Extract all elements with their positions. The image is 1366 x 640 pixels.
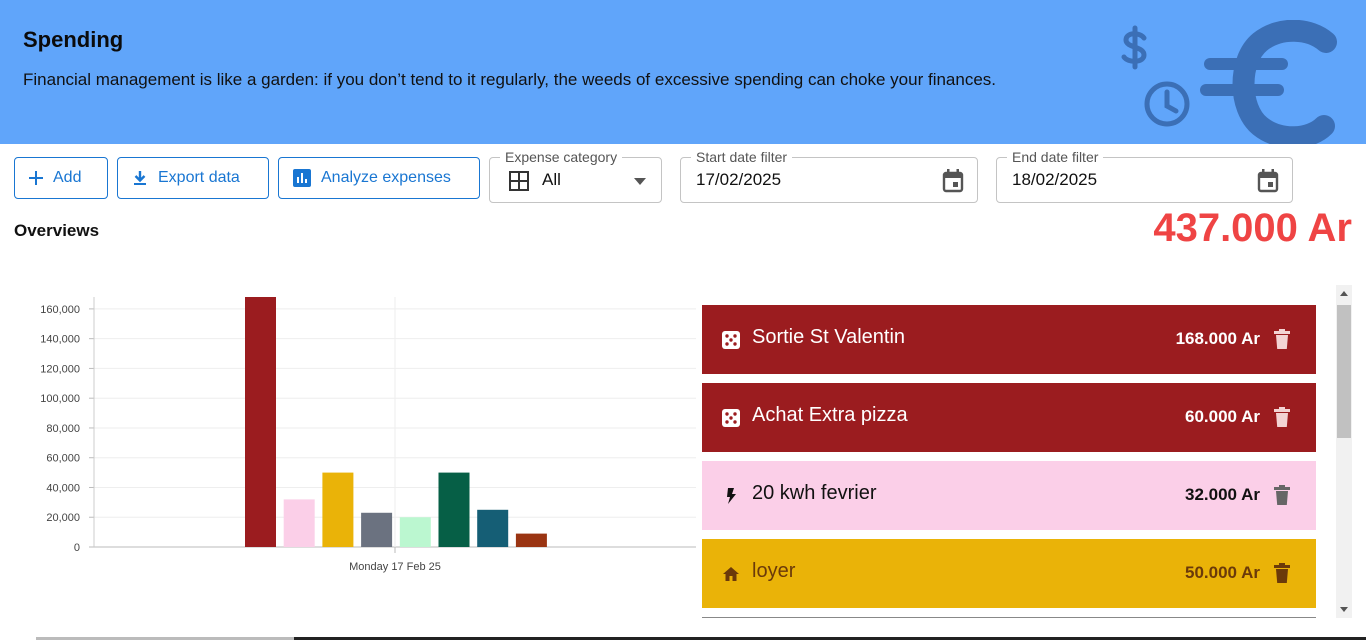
scroll-up-arrow[interactable] (1340, 291, 1348, 296)
expense-amount: 32.000 Ar (1185, 485, 1260, 504)
delete-icon[interactable] (1274, 329, 1290, 349)
chart-bar (399, 517, 431, 547)
y-tick-label: 140,000 (40, 334, 80, 346)
grid-icon (509, 171, 529, 191)
chart-bar (477, 509, 509, 547)
end-date-value: 18/02/2025 (1012, 170, 1098, 189)
export-data-button-label: Export data (158, 169, 240, 186)
plus-icon (29, 171, 43, 185)
end-date-field[interactable]: End date filter 18/02/2025 (996, 149, 1293, 203)
chart-bar (361, 512, 393, 547)
expense-title: Sortie St Valentin (752, 326, 906, 348)
expenses-bar-chart: 0 20,000 40,000 60,000 80,000 100,000 120,000 1… (40, 297, 696, 573)
expense-amount: 60.000 Ar (1185, 407, 1260, 426)
chart-bar (322, 472, 354, 547)
analyze-expenses-button-label: Analyze expenses (321, 169, 451, 186)
delete-icon[interactable] (1274, 563, 1290, 583)
total-amount: 437.000 Ar (1153, 206, 1352, 250)
expense-item[interactable]: Sortie St Valentin 168.000 Ar (702, 305, 1316, 374)
calendar-icon[interactable] (1257, 169, 1279, 193)
expense-category-value: All (542, 170, 561, 189)
expense-item[interactable]: Achat Extra pizza 60.000 Ar (702, 383, 1316, 452)
expense-item[interactable]: 20 kwh fevrier 32.000 Ar (702, 461, 1316, 530)
dice-icon (722, 409, 740, 427)
clock-icon (1144, 81, 1190, 127)
bar-chart-icon (293, 169, 311, 187)
expense-amount: 50.000 Ar (1185, 563, 1260, 582)
y-tick-label: 20,000 (46, 512, 80, 524)
home-icon (722, 565, 740, 583)
y-tick-label: 0 (74, 542, 80, 554)
expense-category-select[interactable]: Expense category All (489, 149, 662, 203)
x-tick-label: Monday 17 Feb 25 (349, 561, 441, 573)
chart-bar (438, 472, 470, 547)
calendar-icon[interactable] (942, 169, 964, 193)
download-icon (134, 171, 146, 185)
y-tick-label: 120,000 (40, 363, 80, 375)
chart-bar (515, 533, 547, 547)
expense-list-scrollbar[interactable] (1336, 285, 1352, 618)
y-tick-label: 100,000 (40, 393, 80, 405)
page-subtitle: Financial management is like a garden: i… (23, 70, 997, 89)
start-date-field[interactable]: Start date filter 17/02/2025 (680, 149, 978, 203)
analyze-expenses-button[interactable]: Analyze expenses (278, 157, 480, 199)
page-title: Spending (23, 27, 124, 52)
delete-icon[interactable] (1274, 485, 1290, 505)
y-tick-label: 80,000 (46, 423, 80, 435)
add-button[interactable]: Add (14, 157, 108, 199)
euro-icon (1200, 20, 1337, 144)
overviews-heading: Overviews (14, 221, 100, 240)
scroll-down-arrow[interactable] (1340, 607, 1348, 612)
expense-item[interactable]: loyer 50.000 Ar (702, 539, 1316, 608)
delete-icon[interactable] (1274, 407, 1290, 427)
chart-bar (245, 297, 276, 547)
end-date-label: End date filter (1007, 149, 1104, 165)
expense-title: Achat Extra pizza (752, 404, 908, 426)
list-divider (702, 617, 1316, 618)
chevron-down-icon (634, 178, 646, 185)
y-tick-label: 40,000 (46, 482, 80, 494)
dice-icon (722, 331, 740, 349)
dollar-icon (1121, 25, 1147, 70)
finance-illustration (1121, 20, 1337, 144)
chart-bar (283, 499, 315, 547)
start-date-label: Start date filter (691, 149, 793, 165)
export-data-button[interactable]: Export data (117, 157, 269, 199)
y-tick-label: 160,000 (40, 304, 80, 316)
start-date-value: 17/02/2025 (696, 170, 782, 189)
add-button-label: Add (53, 169, 82, 186)
page-header: Spending Financial management is like a … (0, 0, 1366, 144)
expense-title: 20 kwh fevrier (752, 482, 877, 504)
expense-category-label: Expense category (500, 149, 623, 165)
scroll-thumb[interactable] (1337, 305, 1351, 438)
bolt-icon (722, 487, 740, 505)
expense-amount: 168.000 Ar (1175, 329, 1260, 348)
expense-title: loyer (752, 560, 796, 582)
expense-list: Sortie St Valentin 168.000 Ar Achat Extra … (702, 285, 1336, 620)
y-tick-label: 60,000 (46, 453, 80, 465)
